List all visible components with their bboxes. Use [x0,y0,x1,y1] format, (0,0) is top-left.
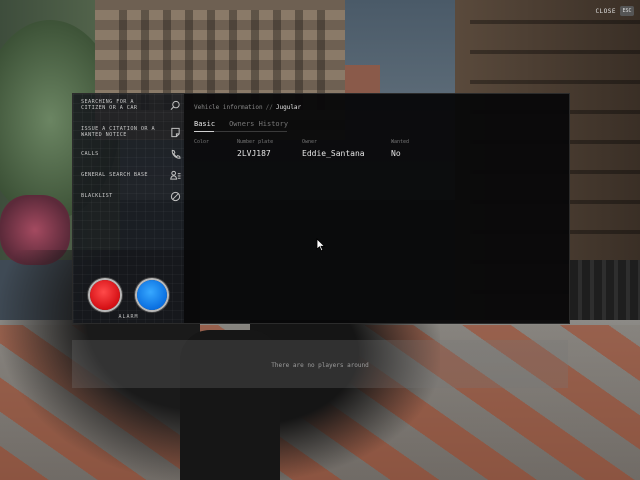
mouse-cursor-icon [316,238,326,252]
breadcrumb: Vehicle information//Jugular [194,104,301,111]
tab-bar: Basic Owners History [194,120,288,128]
sidebar-item-search[interactable]: SEARCHING FOR A CITIZEN OR A CAR [81,99,181,111]
sidebar-item-citation[interactable]: ISSUE A CITATION OR A WANTED NOTICE [81,126,181,138]
alarm-red-button[interactable] [90,280,120,310]
sidebar-item-label: SEARCHING FOR A CITIZEN OR A CAR [81,99,138,112]
field-owner: Owner Eddie_Santana [302,139,365,158]
field-label: Number plate [237,139,274,145]
vehicle-info-content: Vehicle information//Jugular Basic Owner… [184,94,569,323]
tab-basic[interactable]: Basic [194,120,215,128]
blocked-icon [169,190,181,202]
sidebar-item-blacklist[interactable]: BLACKLIST [81,190,181,202]
phone-icon [169,148,181,160]
field-label: Color [194,139,210,145]
breadcrumb-section: Vehicle information [194,104,263,111]
game-scene: CLOSE ESC SEARCHING FOR A CITIZEN OR A C… [0,0,640,480]
sidebar-item-calls[interactable]: CALLS [81,148,181,160]
sidebar-item-search-base[interactable]: GENERAL SEARCH BASE [81,169,181,181]
field-value: No [391,149,401,158]
police-computer-panel: SEARCHING FOR A CITIZEN OR A CAR ISSUE A… [72,93,570,324]
field-label: Wanted [391,139,410,145]
tab-owners-history[interactable]: Owners History [229,120,288,128]
field-value: 2LVJ187 [237,149,271,158]
field-wanted: Wanted No [391,139,409,158]
sidebar-item-label: GENERAL SEARCH BASE [81,171,148,178]
sidebar: SEARCHING FOR A CITIZEN OR A CAR ISSUE A… [73,94,184,323]
sidebar-item-label: ISSUE A CITATION OR A WANTED NOTICE [81,126,155,139]
close-label[interactable]: CLOSE [595,8,616,15]
alarm-label: ALARM [118,314,139,320]
field-label: Owner [302,139,318,145]
tab-active-indicator [194,131,214,132]
notification-text: There are no players around [271,362,369,369]
sidebar-item-label: BLACKLIST [81,192,113,199]
vehicle-model: Jugular [275,104,302,111]
field-number-plate: Number plate 2LVJ187 [237,139,273,158]
sidebar-item-label: CALLS [81,150,99,157]
background-building-small [345,65,380,95]
close-key-button[interactable]: ESC [620,6,634,16]
user-list-icon [169,169,181,181]
alarm-blue-button[interactable] [137,280,167,310]
field-value: Eddie_Santana [302,149,365,158]
field-color: Color [194,139,209,149]
search-icon [169,99,181,111]
bench [570,260,640,320]
note-icon [169,126,181,138]
breadcrumb-separator: // [265,104,273,111]
close-control[interactable]: CLOSE ESC [595,6,634,16]
